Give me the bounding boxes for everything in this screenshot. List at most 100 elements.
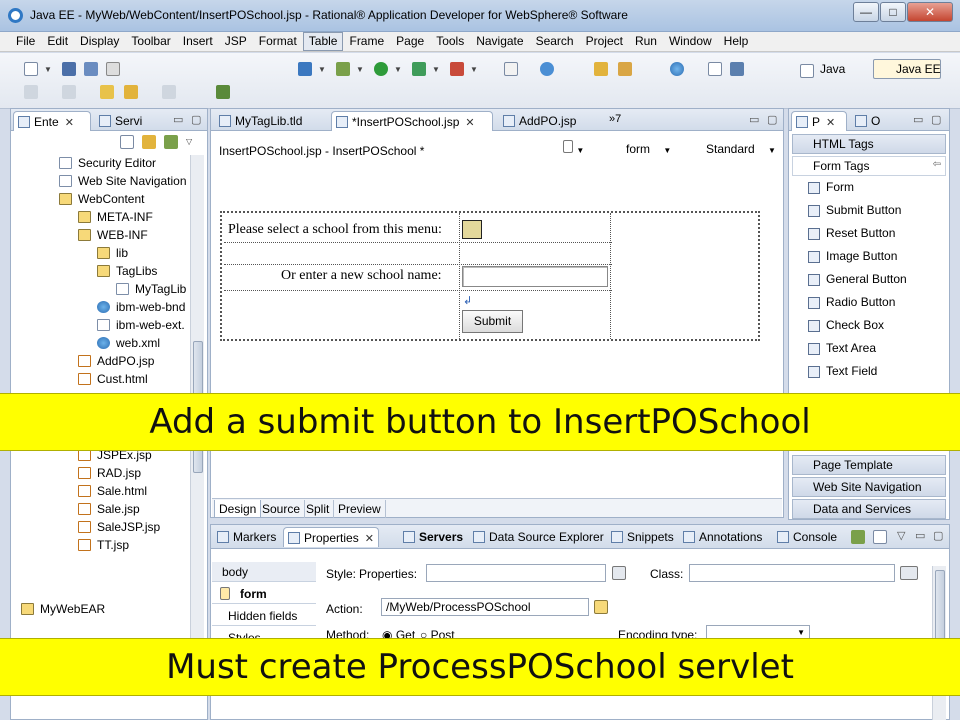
new-school-input[interactable] bbox=[462, 266, 608, 287]
class-picker-icon[interactable] bbox=[900, 566, 918, 580]
previous-annotation-icon[interactable] bbox=[62, 85, 76, 99]
palette-category-form-tags[interactable]: Form Tags ⇦ bbox=[792, 156, 946, 176]
minimize-button[interactable]: — bbox=[853, 2, 879, 22]
tab-design[interactable]: Design bbox=[214, 500, 262, 518]
maximize-icon[interactable]: ▢ bbox=[931, 113, 941, 126]
tab-palette[interactable]: P ✕ bbox=[791, 111, 847, 131]
palette-item-image-button[interactable]: Image Button bbox=[808, 249, 897, 267]
chevron-down-icon[interactable]: ▼ bbox=[394, 65, 402, 74]
palette-category-html-tags[interactable]: HTML Tags bbox=[792, 134, 946, 154]
last-edit-icon[interactable] bbox=[100, 85, 114, 99]
tree-item[interactable]: web.xml bbox=[97, 336, 160, 354]
menu-tools[interactable]: Tools bbox=[430, 32, 470, 51]
browse-folder-icon[interactable] bbox=[594, 600, 608, 614]
new-server-icon[interactable] bbox=[504, 62, 518, 76]
chevron-down-icon[interactable]: ▽ bbox=[897, 529, 905, 542]
palette-item-text-field[interactable]: Text Field bbox=[808, 364, 877, 382]
print-icon[interactable] bbox=[106, 62, 120, 76]
prop-nav-hidden-fields[interactable]: Hidden fields bbox=[212, 606, 316, 626]
menu-run[interactable]: Run bbox=[629, 32, 663, 51]
style-properties-input[interactable] bbox=[426, 564, 606, 582]
debug-icon[interactable] bbox=[336, 62, 350, 76]
new-icon[interactable] bbox=[24, 62, 38, 76]
edit-style-icon[interactable] bbox=[612, 566, 626, 580]
maximize-button[interactable]: □ bbox=[880, 2, 906, 22]
minimize-icon[interactable]: ▭ bbox=[915, 529, 925, 542]
menu-frame[interactable]: Frame bbox=[343, 32, 390, 51]
menu-navigate[interactable]: Navigate bbox=[470, 32, 529, 51]
tab-markers[interactable]: Markers bbox=[213, 527, 280, 547]
tree-item[interactable]: MyWebEAR bbox=[21, 602, 105, 620]
tab-data-source-explorer[interactable]: Data Source Explorer bbox=[469, 527, 608, 547]
tab-overflow[interactable]: »7 bbox=[609, 113, 621, 125]
next-annotation-icon[interactable] bbox=[24, 85, 38, 99]
palette-item-check-box[interactable]: Check Box bbox=[808, 318, 884, 336]
tree-item[interactable]: AddPO.jsp bbox=[78, 354, 154, 372]
deploy-icon[interactable] bbox=[298, 62, 312, 76]
tree-item[interactable]: TT.jsp bbox=[78, 538, 129, 556]
maximize-icon[interactable]: ▢ bbox=[191, 113, 201, 126]
minimize-icon[interactable]: ▭ bbox=[173, 113, 183, 126]
profile-icon[interactable] bbox=[450, 62, 464, 76]
save-icon[interactable] bbox=[62, 62, 76, 76]
preview-icon[interactable] bbox=[708, 62, 722, 76]
menu-project[interactable]: Project bbox=[580, 32, 629, 51]
palette-item-text-area[interactable]: Text Area bbox=[808, 341, 876, 359]
tab-source[interactable]: Source bbox=[258, 500, 306, 518]
view-menu-icon[interactable] bbox=[873, 530, 887, 544]
palette-category-data-and-services[interactable]: Data and Services bbox=[792, 499, 946, 519]
chevron-down-icon[interactable]: ▼ bbox=[470, 65, 478, 74]
chevron-down-icon[interactable]: ▼ bbox=[432, 65, 440, 74]
link-editor-icon[interactable] bbox=[142, 135, 156, 149]
filter-icon[interactable] bbox=[164, 135, 178, 149]
save-all-icon[interactable] bbox=[84, 62, 98, 76]
tab-snippets[interactable]: Snippets bbox=[607, 527, 678, 547]
standard-dropdown[interactable]: Standard ▼ bbox=[706, 142, 776, 156]
menu-insert[interactable]: Insert bbox=[177, 32, 219, 51]
prop-nav-form[interactable]: form bbox=[212, 584, 316, 604]
collapse-icon[interactable]: ⇦ bbox=[933, 159, 941, 170]
school-menu-select[interactable] bbox=[462, 220, 482, 239]
minimize-icon[interactable]: ▭ bbox=[749, 113, 759, 126]
chevron-down-icon[interactable]: ▼ bbox=[356, 65, 364, 74]
palette-item-reset-button[interactable]: Reset Button bbox=[808, 226, 895, 244]
tree-item[interactable]: Web Site Navigation bbox=[59, 174, 187, 192]
open-perspective-icon[interactable] bbox=[800, 64, 814, 78]
palette-category-page-template[interactable]: Page Template bbox=[792, 455, 946, 475]
run-icon[interactable] bbox=[374, 62, 388, 76]
chevron-down-icon[interactable]: ▽ bbox=[186, 137, 192, 146]
pin-icon[interactable] bbox=[851, 530, 865, 544]
back-arrow-icon[interactable] bbox=[124, 85, 138, 99]
tree-item[interactable]: TagLibs bbox=[97, 264, 157, 282]
class-input[interactable] bbox=[689, 564, 895, 582]
perspective-java[interactable]: Java bbox=[820, 62, 845, 76]
maximize-icon[interactable]: ▢ bbox=[767, 113, 777, 126]
maximize-icon[interactable]: ▢ bbox=[933, 529, 943, 542]
tree-item[interactable]: WebContent bbox=[59, 192, 145, 210]
tab-preview[interactable]: Preview bbox=[334, 500, 386, 518]
new-class-icon[interactable] bbox=[540, 62, 554, 76]
menu-search[interactable]: Search bbox=[530, 32, 580, 51]
tab-annotations[interactable]: Annotations bbox=[679, 527, 766, 547]
tree-item[interactable]: SaleJSP.jsp bbox=[78, 520, 160, 538]
tab-console[interactable]: Console bbox=[773, 527, 841, 547]
palette-item-form[interactable]: Form bbox=[808, 180, 854, 198]
prop-nav-body[interactable]: body bbox=[212, 562, 316, 582]
tab-services[interactable]: Servi bbox=[95, 111, 165, 131]
tab-mytaglib-tld[interactable]: MyTagLib.tld bbox=[215, 111, 325, 131]
open-type-icon[interactable] bbox=[594, 62, 608, 76]
menu-table[interactable]: Table bbox=[302, 32, 344, 51]
submit-button[interactable]: Submit bbox=[462, 310, 523, 333]
close-icon[interactable]: ✕ bbox=[365, 533, 374, 545]
forward-arrow-icon[interactable] bbox=[162, 85, 176, 99]
tree-item[interactable]: META-INF bbox=[78, 210, 153, 228]
tree-item[interactable]: WEB-INF bbox=[78, 228, 148, 246]
action-input[interactable]: /MyWeb/ProcessPOSchool bbox=[381, 598, 589, 616]
menu-page[interactable]: Page bbox=[390, 32, 430, 51]
globe-icon[interactable] bbox=[670, 62, 684, 76]
menu-edit[interactable]: Edit bbox=[41, 32, 74, 51]
menu-window[interactable]: Window bbox=[663, 32, 718, 51]
menu-help[interactable]: Help bbox=[718, 32, 755, 51]
tab-enterprise-explorer[interactable]: Ente ✕ bbox=[13, 111, 91, 131]
tree-item[interactable]: RAD.jsp bbox=[78, 466, 141, 484]
